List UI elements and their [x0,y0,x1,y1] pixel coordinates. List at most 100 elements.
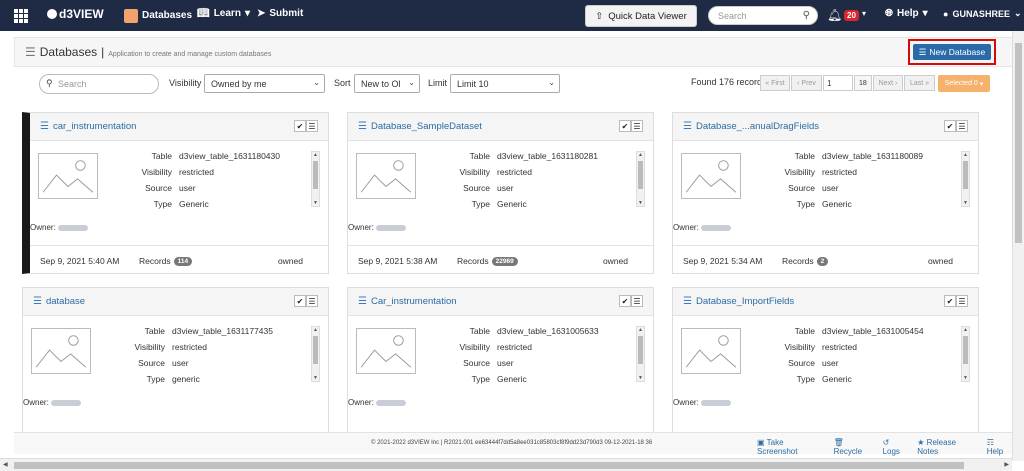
records-badge: 114 [173,256,193,266]
pagination-next[interactable]: Next › [873,75,903,91]
card-title-link[interactable]: ☰ car_instrumentation [40,121,136,132]
limit-select[interactable]: Limit 10 ⌄ [450,74,560,93]
pagination-first[interactable]: « First [760,75,790,91]
scroll-down-arrow[interactable]: ▼ [312,200,319,206]
scroll-up-arrow[interactable]: ▲ [962,327,969,333]
scroll-down-arrow[interactable]: ▼ [637,375,644,381]
database-search-input[interactable]: ⚲ Search [39,74,159,94]
nav-user-menu[interactable]: ● Gunashree ⌄ [943,8,1022,19]
scrollbar-thumb[interactable] [963,161,968,189]
notification-caret-icon[interactable]: ▾ [862,9,866,18]
database-card[interactable]: ☰ database ✔ ☰ Table d3view_table_1631177… [22,287,329,449]
card-title-link[interactable]: ☰ database [33,296,85,307]
scroll-up-arrow[interactable]: ▲ [312,152,319,158]
scroll-down-arrow[interactable]: ▼ [962,200,969,206]
scrollbar-thumb[interactable] [638,161,643,189]
card-scrollbar[interactable]: ▲ ▼ [311,151,320,207]
scroll-up-arrow[interactable]: ▲ [637,327,644,333]
menu-icon[interactable]: ☰ [956,120,968,132]
card-tools: ✔ ☰ [619,120,643,132]
card-scrollbar[interactable]: ▲ ▼ [636,151,645,207]
database-card[interactable]: ☰ car_instrumentation ✔ ☰ Table d3view_ta… [22,112,329,274]
quick-data-viewer-button[interactable]: ⇧ Quick Data Viewer [585,5,697,27]
page-number-input[interactable]: 1 [823,75,853,91]
visibility-label: Visibility [169,78,202,88]
page-header: ☰ Databases | Application to create and … [14,37,1014,67]
scroll-up-arrow[interactable]: ▲ [312,327,319,333]
scroll-down-arrow[interactable]: ▼ [312,375,319,381]
logs-link[interactable]: ↺ Logs [883,438,909,456]
bell-icon[interactable]: 🔔︎ [827,8,842,22]
take-screenshot-link[interactable]: ▣ Take Screenshot [757,438,825,456]
database-icon [124,8,138,23]
page-horizontal-scrollbar[interactable]: ◀ ▶ [0,458,1012,471]
database-card[interactable]: ☰ Database_SampleDataset ✔ ☰ Table d3view… [347,112,654,274]
card-scrollbar[interactable]: ▲ ▼ [636,326,645,382]
scroll-right-arrow[interactable]: ▶ [1004,461,1009,468]
card-metadata: Table d3view_table_1631180430 Visibility r… [110,148,280,212]
menu-icon[interactable]: ☰ [306,120,318,132]
menu-icon[interactable]: ☰ [956,295,968,307]
card-scrollbar[interactable]: ▲ ▼ [961,151,970,207]
scroll-up-arrow[interactable]: ▲ [962,152,969,158]
global-search-input[interactable]: Search ⚲ [708,6,818,25]
nav-databases[interactable]: Databases [120,0,196,31]
database-icon: ☰ [40,121,49,132]
card-title-link[interactable]: ☰ Database_ImportFields [683,296,794,307]
scrollbar-thumb[interactable] [1015,43,1022,243]
release-notes-link[interactable]: ★ Release Notes [917,438,977,456]
image-placeholder-icon [38,153,98,199]
card-scrollbar[interactable]: ▲ ▼ [961,326,970,382]
select-checkbox[interactable]: ✔ [619,295,631,307]
menu-icon[interactable]: ☰ [306,295,318,307]
card-scrollbar[interactable]: ▲ ▼ [311,326,320,382]
database-card[interactable]: ☰ Database_ImportFields ✔ ☰ Table d3view_… [672,287,979,449]
table-name: d3view_table_1631180089 [822,151,923,161]
apps-grid-icon[interactable] [14,9,28,23]
pagination-prev[interactable]: ‹ Prev [791,75,822,91]
card-title-link[interactable]: ☰ Database_...anualDragFields [683,121,819,132]
scrollbar-thumb[interactable] [313,161,318,189]
new-database-button[interactable]: ☰ New Database [913,44,991,60]
page-vertical-scrollbar[interactable] [1012,31,1024,461]
card-owner: Owner: [23,398,81,407]
image-icon: ▣ [757,438,765,447]
select-checkbox[interactable]: ✔ [294,120,306,132]
card-title-link[interactable]: ☰ Car_instrumentation [358,296,457,307]
owner-name-redacted [375,224,406,231]
image-placeholder-icon [356,328,416,374]
nav-learn[interactable]: 📖︎ Learn ▾ [197,8,250,19]
database-card[interactable]: ☰ Car_instrumentation ✔ ☰ Table d3view_ta… [347,287,654,449]
menu-icon[interactable]: ☰ [631,295,643,307]
scrollbar-thumb[interactable] [638,336,643,364]
scroll-down-arrow[interactable]: ▼ [637,200,644,206]
nav-help[interactable]: 🌐︎ Help ▾ [885,8,928,19]
visibility-select[interactable]: Owned by me ⌄ [204,74,325,93]
scroll-left-arrow[interactable]: ◀ [3,461,8,468]
select-checkbox[interactable]: ✔ [944,120,956,132]
scrollbar-thumb[interactable] [14,462,964,469]
pagination-last[interactable]: Last » [904,75,935,91]
scroll-down-arrow[interactable]: ▼ [962,375,969,381]
select-checkbox[interactable]: ✔ [619,120,631,132]
sort-select[interactable]: New to Ol ⌄ [354,74,420,93]
footer-links: ▣ Take Screenshot 🗑︎ Recycle ↺ Logs ★ Re… [757,438,1012,456]
recycle-link[interactable]: 🗑︎ Recycle [834,438,874,456]
type-value: Generic [822,374,852,384]
database-card[interactable]: ☰ Database_...anualDragFields ✔ ☰ Table d… [672,112,979,274]
card-title-link[interactable]: ☰ Database_SampleDataset [358,121,482,132]
total-pages: 18 [854,75,872,91]
help-link[interactable]: ☶ Help [987,438,1012,456]
menu-icon[interactable]: ☰ [631,120,643,132]
scroll-up-arrow[interactable]: ▲ [637,152,644,158]
nav-submit[interactable]: ➤ Submit [257,8,303,19]
scrollbar-thumb[interactable] [963,336,968,364]
select-checkbox[interactable]: ✔ [294,295,306,307]
database-icon: ☰ [683,296,692,307]
scrollbar-thumb[interactable] [313,336,318,364]
created-date: Sep 9, 2021 5:38 AM [358,256,438,266]
selected-dropdown-button[interactable]: Selected 0 ▾ [938,75,990,92]
owner-name-redacted [375,399,406,406]
d3view-logo[interactable]: d3VIEW [47,7,104,21]
select-checkbox[interactable]: ✔ [944,295,956,307]
